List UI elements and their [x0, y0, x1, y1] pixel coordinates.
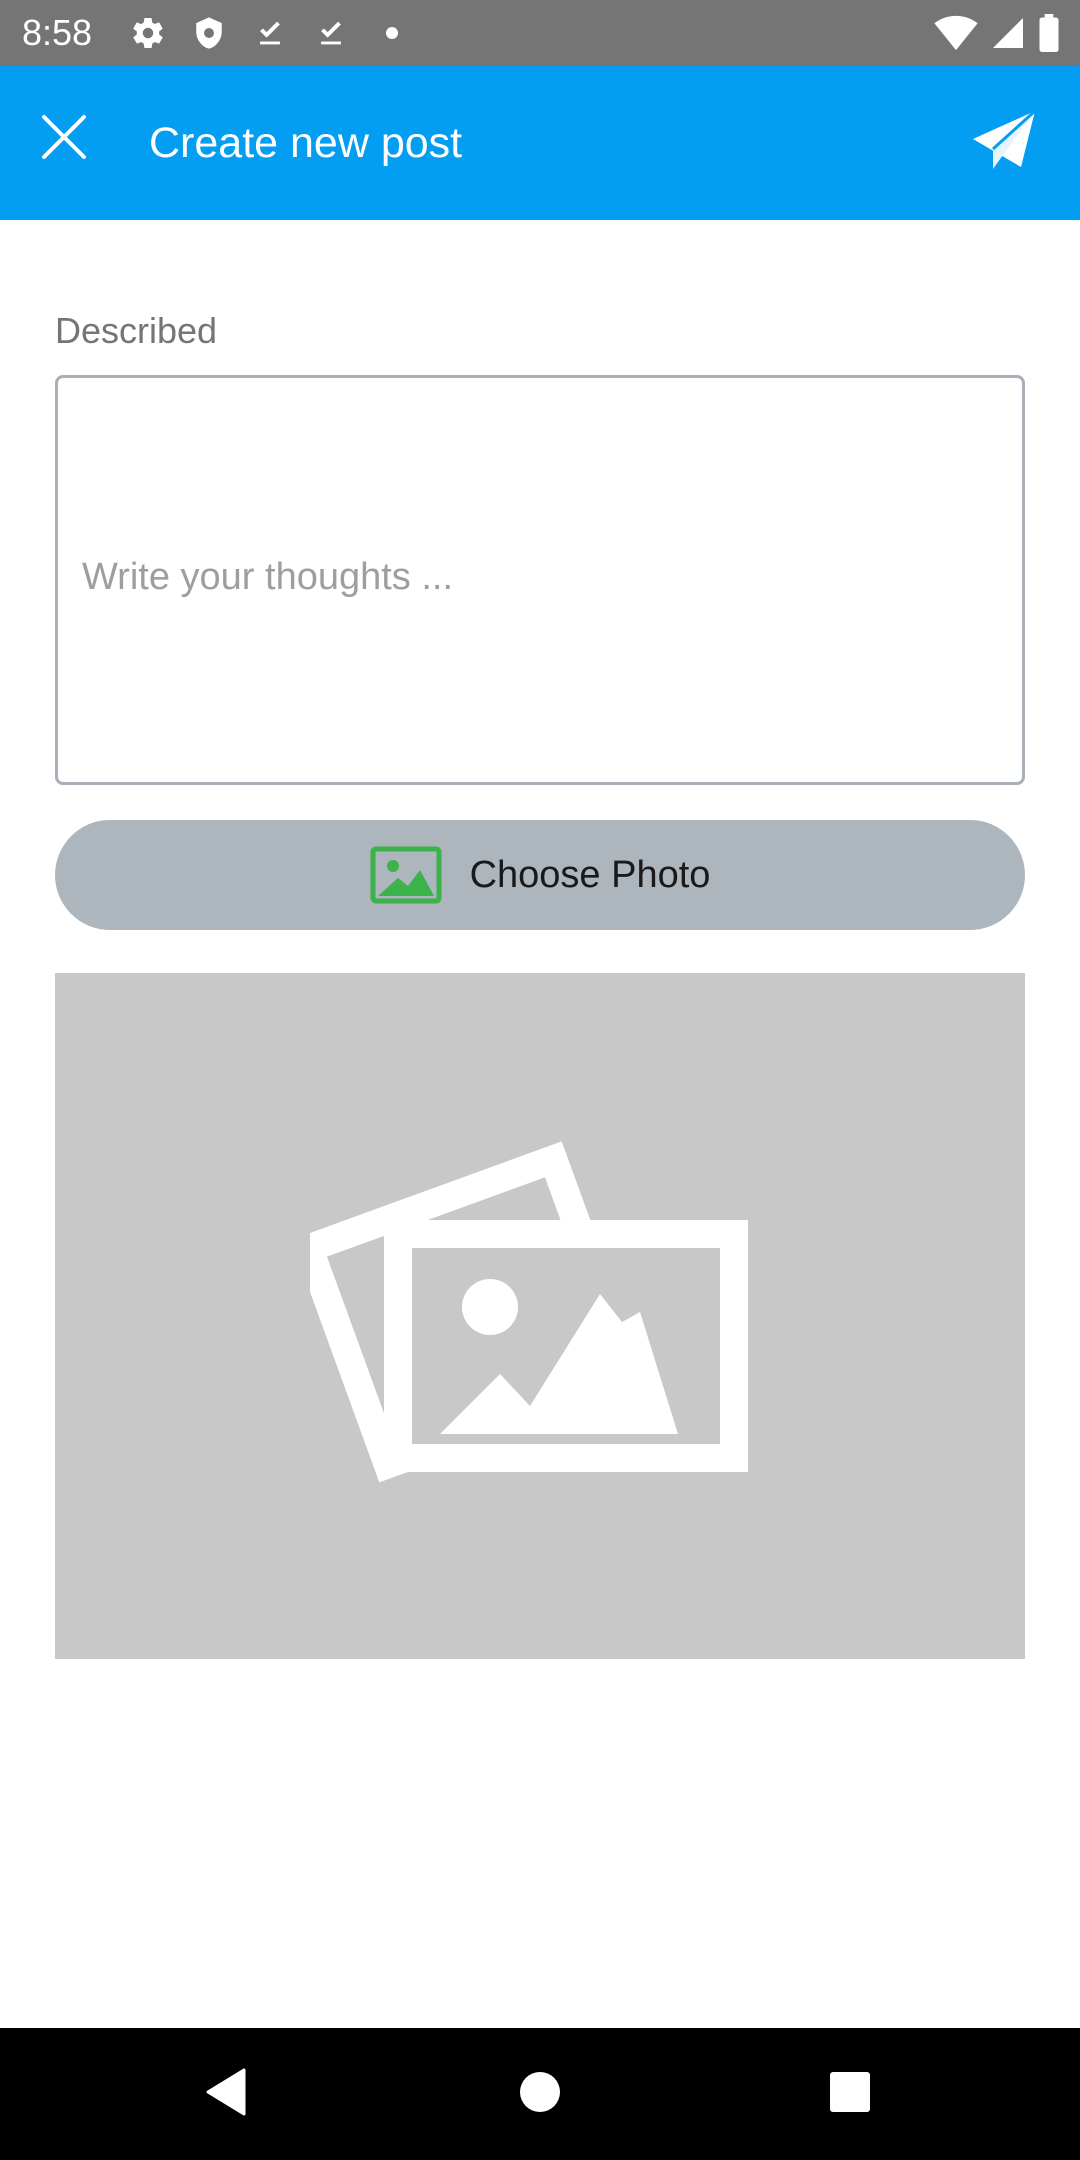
- status-icons-left: [128, 13, 433, 53]
- image-placeholder-icon: [291, 1124, 770, 1509]
- status-time: 8:58: [22, 12, 93, 53]
- send-icon: [971, 109, 1037, 176]
- download-done-icon: [311, 13, 351, 53]
- send-post-button[interactable]: [964, 102, 1044, 182]
- choose-photo-button[interactable]: Choose Photo: [55, 820, 1025, 930]
- home-button[interactable]: [504, 2058, 576, 2130]
- close-button[interactable]: [28, 103, 100, 175]
- battery-icon: [1038, 13, 1060, 53]
- gear-icon: [128, 13, 168, 53]
- page-title: Create new post: [149, 119, 463, 167]
- description-label: Described: [55, 310, 218, 351]
- download-done-icon: [250, 13, 290, 53]
- close-icon: [40, 113, 88, 166]
- recents-button[interactable]: [814, 2058, 886, 2130]
- status-icons-right: [922, 13, 1060, 53]
- choose-photo-label: Choose Photo: [469, 853, 711, 896]
- recents-icon: [829, 2071, 871, 2118]
- photo-preview: [55, 973, 1025, 1659]
- back-icon: [204, 2068, 248, 2121]
- wifi-icon: [934, 13, 978, 53]
- app-bar: Create new post: [0, 66, 1080, 220]
- gallery-icon: [370, 846, 442, 904]
- back-button[interactable]: [190, 2058, 262, 2130]
- navigation-bar: [0, 2028, 1080, 2160]
- cell-signal-icon: [990, 13, 1026, 53]
- status-bar: 8:58: [0, 0, 1080, 66]
- dot-icon: [372, 13, 412, 53]
- home-icon: [518, 2070, 562, 2119]
- shield-icon: [189, 13, 229, 53]
- description-input[interactable]: [55, 375, 1025, 785]
